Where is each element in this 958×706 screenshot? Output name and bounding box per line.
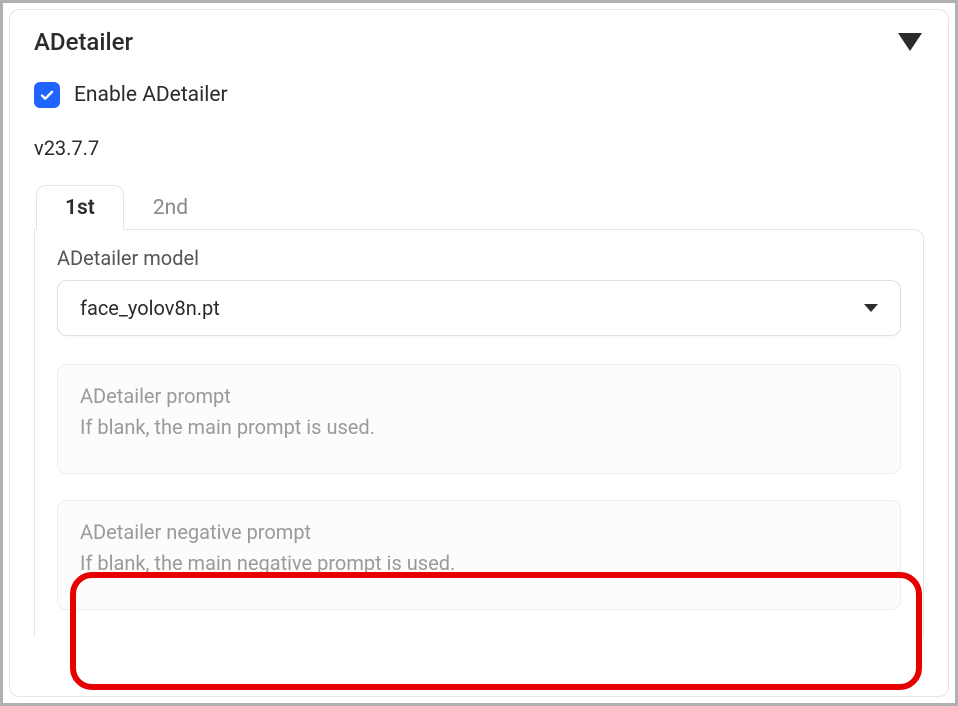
version-text: v23.7.7	[34, 136, 924, 160]
enable-checkbox[interactable]	[34, 82, 60, 108]
collapse-down-icon[interactable]	[898, 33, 922, 51]
panel-header[interactable]: ADetailer	[34, 28, 924, 56]
model-select[interactable]: face_yolov8n.pt	[57, 280, 901, 336]
tab-2nd[interactable]: 2nd	[124, 185, 217, 230]
enable-label: Enable ADetailer	[74, 83, 228, 107]
model-label: ADetailer model	[57, 246, 901, 270]
chevron-down-icon	[864, 304, 878, 312]
enable-row: Enable ADetailer	[34, 82, 924, 108]
checkmark-icon	[39, 87, 55, 103]
tab-1st[interactable]: 1st	[36, 185, 124, 230]
model-select-value: face_yolov8n.pt	[80, 296, 220, 320]
negative-prompt-input[interactable]	[57, 500, 901, 610]
prompt-input[interactable]	[57, 364, 901, 474]
tabs-row: 1st 2nd	[36, 184, 924, 229]
tab-content: ADetailer model face_yolov8n.pt	[34, 229, 924, 636]
adetailer-panel: ADetailer Enable ADetailer v23.7.7 1st 2…	[9, 9, 949, 697]
window-frame: ADetailer Enable ADetailer v23.7.7 1st 2…	[0, 0, 958, 706]
panel-title: ADetailer	[34, 28, 133, 56]
